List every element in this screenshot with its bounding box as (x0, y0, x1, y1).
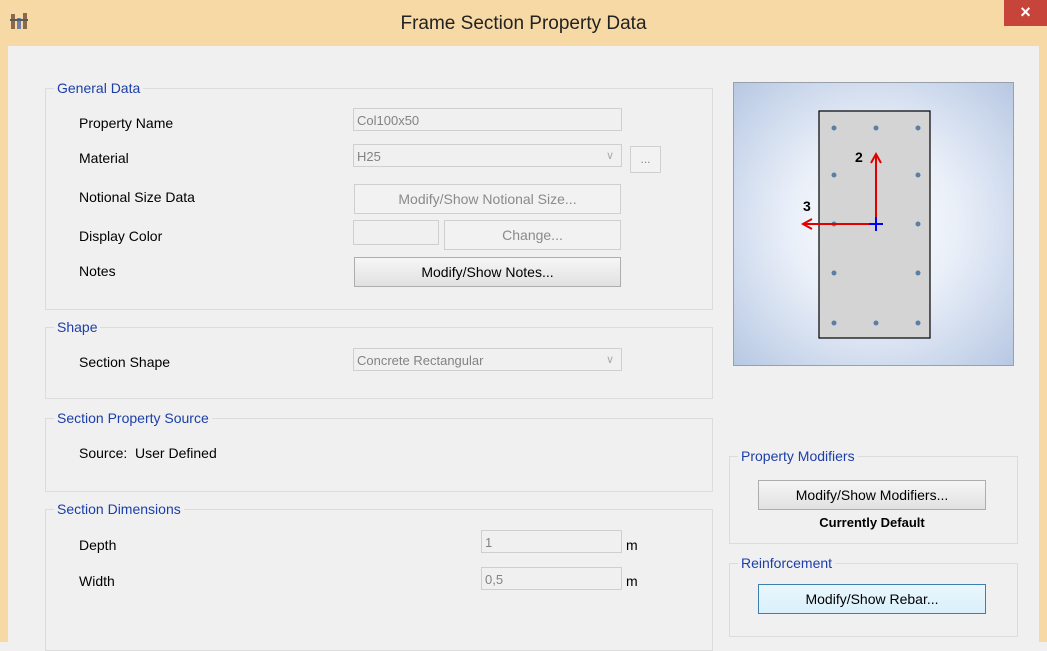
rebar (831, 320, 837, 326)
shape-legend: Shape (54, 318, 101, 336)
section-diagram: 2 3 (800, 110, 931, 339)
depth-unit: m (626, 537, 638, 553)
material-label: Material (79, 150, 129, 166)
depth-field[interactable]: 1 (481, 530, 622, 553)
reinforcement-legend: Reinforcement (738, 554, 836, 572)
notes-label: Notes (79, 263, 116, 279)
general-data-legend: General Data (54, 79, 144, 97)
depth-label: Depth (79, 537, 117, 553)
material-more-button[interactable]: ... (630, 146, 661, 173)
section-property-source-legend: Section Property Source (54, 409, 212, 427)
property-modifiers-legend: Property Modifiers (738, 447, 858, 465)
property-name-value: Col100x50 (357, 113, 420, 128)
window-title: Frame Section Property Data (400, 13, 647, 34)
rebar (915, 221, 921, 227)
section-dimensions-legend: Section Dimensions (54, 500, 184, 518)
axis-3-label: 3 (803, 198, 811, 214)
section-shape-dropdown[interactable]: Concrete Rectangular ∨ (353, 348, 622, 371)
rebar (915, 270, 921, 276)
dialog-body: General Data Property Name Col100x50 Mat… (8, 46, 1039, 651)
rebar (915, 125, 921, 131)
display-color-swatch[interactable] (353, 220, 439, 245)
width-label: Width (79, 573, 115, 589)
rebar (831, 172, 837, 178)
notional-size-label: Notional Size Data (79, 189, 195, 205)
material-dropdown[interactable]: H25 ∨ (353, 144, 622, 167)
change-color-button[interactable]: Change... (444, 220, 621, 250)
rebar (873, 320, 879, 326)
axis-2-label: 2 (855, 149, 863, 165)
window-frame-left (0, 46, 8, 642)
notes-button[interactable]: Modify/Show Notes... (354, 257, 621, 287)
chevron-down-icon: ∨ (605, 354, 614, 366)
property-name-label: Property Name (79, 115, 174, 131)
depth-value: 1 (485, 535, 493, 550)
notional-size-button[interactable]: Modify/Show Notional Size... (354, 184, 621, 214)
display-color-label: Display Color (79, 228, 163, 244)
chevron-down-icon: ∨ (605, 150, 614, 162)
window-frame-right (1039, 46, 1047, 642)
modifiers-status: Currently Default (819, 515, 925, 530)
rebar (873, 125, 879, 131)
rebar (915, 172, 921, 178)
rebar (831, 270, 837, 276)
modify-modifiers-button[interactable]: Modify/Show Modifiers... (758, 480, 986, 510)
property-name-field[interactable]: Col100x50 (353, 108, 622, 131)
width-value: 0,5 (485, 572, 504, 587)
section-shape-value: Concrete Rectangular (357, 353, 484, 368)
modify-rebar-button[interactable]: Modify/Show Rebar... (758, 584, 986, 614)
section-shape-label: Section Shape (79, 354, 171, 370)
source-text: Source: User Defined (79, 445, 217, 461)
width-field[interactable]: 0,5 (481, 567, 622, 590)
width-unit: m (626, 573, 638, 589)
title-bar: Frame Section Property Data × (0, 0, 1047, 47)
material-value: H25 (357, 149, 381, 164)
section-preview: 2 3 (733, 82, 1014, 366)
close-button[interactable]: × (1004, 0, 1047, 26)
rebar (831, 125, 837, 131)
rebar (915, 320, 921, 326)
